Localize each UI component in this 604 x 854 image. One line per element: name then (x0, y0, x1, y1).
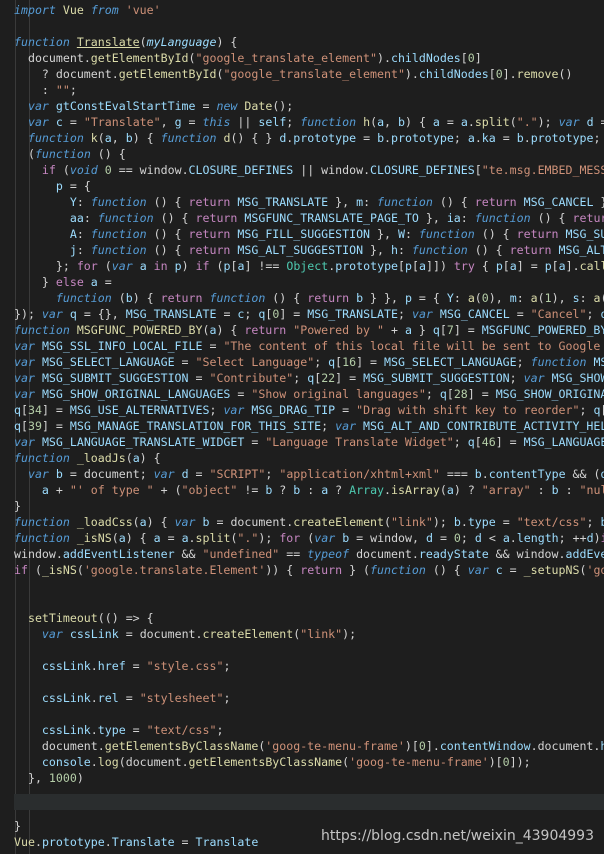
code-line[interactable]: setTimeout(() => { (14, 610, 604, 626)
code-line[interactable]: q[34] = MSG_USE_ALTERNATIVES; var MSG_DR… (14, 402, 604, 418)
code-line[interactable]: function Translate(myLanguage) { (14, 34, 604, 50)
code-line[interactable]: } (14, 498, 604, 514)
code-editor[interactable]: import Vue from 'vue' function Translate(… (0, 0, 604, 854)
code-line[interactable]: var MSG_SUBMIT_SUGGESTION = "Contribute"… (14, 370, 604, 386)
code-line[interactable]: function _loadJs(a) { (14, 450, 604, 466)
code-line[interactable]: function MSGFUNC_POWERED_BY(a) { return … (14, 322, 604, 338)
code-line[interactable]: ? document.getElementById("google_transl… (14, 66, 604, 82)
code-line[interactable]: (function () { (14, 146, 604, 162)
code-line[interactable]: var gtConstEvalStartTime = new Date(); (14, 98, 604, 114)
code-line[interactable] (14, 786, 604, 802)
code-line[interactable]: var cssLink = document.createElement("li… (14, 626, 604, 642)
code-line[interactable]: import Vue from 'vue' (14, 2, 604, 18)
code-line[interactable]: if (_isNS('google.translate.Element')) {… (14, 562, 604, 578)
code-line[interactable]: var MSG_SSL_INFO_LOCAL_FILE = "The conte… (14, 338, 604, 354)
code-line[interactable]: if (void 0 == window.CLOSURE_DEFINES || … (14, 162, 604, 178)
code-line[interactable]: var MSG_SELECT_LANGUAGE = "Select Langua… (14, 354, 604, 370)
code-line[interactable]: }; for (var a in p) if (p[a] !== Object.… (14, 258, 604, 274)
code-line[interactable] (14, 802, 604, 818)
code-line[interactable] (14, 674, 604, 690)
code-line[interactable]: var c = "Translate", g = this || self; f… (14, 114, 604, 130)
code-line[interactable]: cssLink.type = "text/css"; (14, 722, 604, 738)
watermark-text: https://blog.csdn.net/weixin_43904993 (320, 828, 594, 844)
code-line[interactable]: j: function () { return MSG_ALT_SUGGESTI… (14, 242, 604, 258)
code-line[interactable]: p = { (14, 178, 604, 194)
code-line[interactable]: function k(a, b) { function d() { } d.pr… (14, 130, 604, 146)
code-line[interactable]: function (b) { return function () { retu… (14, 290, 604, 306)
code-line[interactable]: console.log(document.getElementsByClassN… (14, 754, 604, 770)
code-line[interactable]: A: function () { return MSG_FILL_SUGGEST… (14, 226, 604, 242)
code-line[interactable]: }); var q = {}, MSG_TRANSLATE = c; q[0] … (14, 306, 604, 322)
code-line[interactable]: }, 1000) (14, 770, 604, 786)
code-line[interactable]: var MSG_LANGUAGE_TRANSLATE_WIDGET = "Lan… (14, 434, 604, 450)
code-line[interactable]: function _isNS(a) { a = a.split("."); fo… (14, 530, 604, 546)
code-line[interactable]: : ""; (14, 82, 604, 98)
code-line[interactable] (14, 18, 604, 34)
code-line[interactable]: window.addEventListener && "undefined" =… (14, 546, 604, 562)
code-line[interactable]: function _loadCss(a) { var b = document.… (14, 514, 604, 530)
code-line[interactable]: Y: function () { return MSG_TRANSLATE },… (14, 194, 604, 210)
code-line[interactable]: q[39] = MSG_MANAGE_TRANSLATION_FOR_THIS_… (14, 418, 604, 434)
code-line[interactable] (14, 578, 604, 594)
code-line[interactable]: cssLink.href = "style.css"; (14, 658, 604, 674)
code-line[interactable] (14, 594, 604, 610)
code-line[interactable] (14, 642, 604, 658)
code-line[interactable]: var b = document; var d = "SCRIPT"; "app… (14, 466, 604, 482)
code-line[interactable] (14, 706, 604, 722)
code-line[interactable]: var MSG_SHOW_ORIGINAL_LANGUAGES = "Show … (14, 386, 604, 402)
code-line[interactable]: a + "' of type " + ("object" != b ? b : … (14, 482, 604, 498)
code-line[interactable]: cssLink.rel = "stylesheet"; (14, 690, 604, 706)
code-line[interactable]: document.getElementsByClassName('goog-te… (14, 738, 604, 754)
code-line[interactable]: document.getElementById("google_translat… (14, 50, 604, 66)
code-line[interactable]: } else a = (14, 274, 604, 290)
code-line[interactable]: aa: function () { return MSGFUNC_TRANSLA… (14, 210, 604, 226)
